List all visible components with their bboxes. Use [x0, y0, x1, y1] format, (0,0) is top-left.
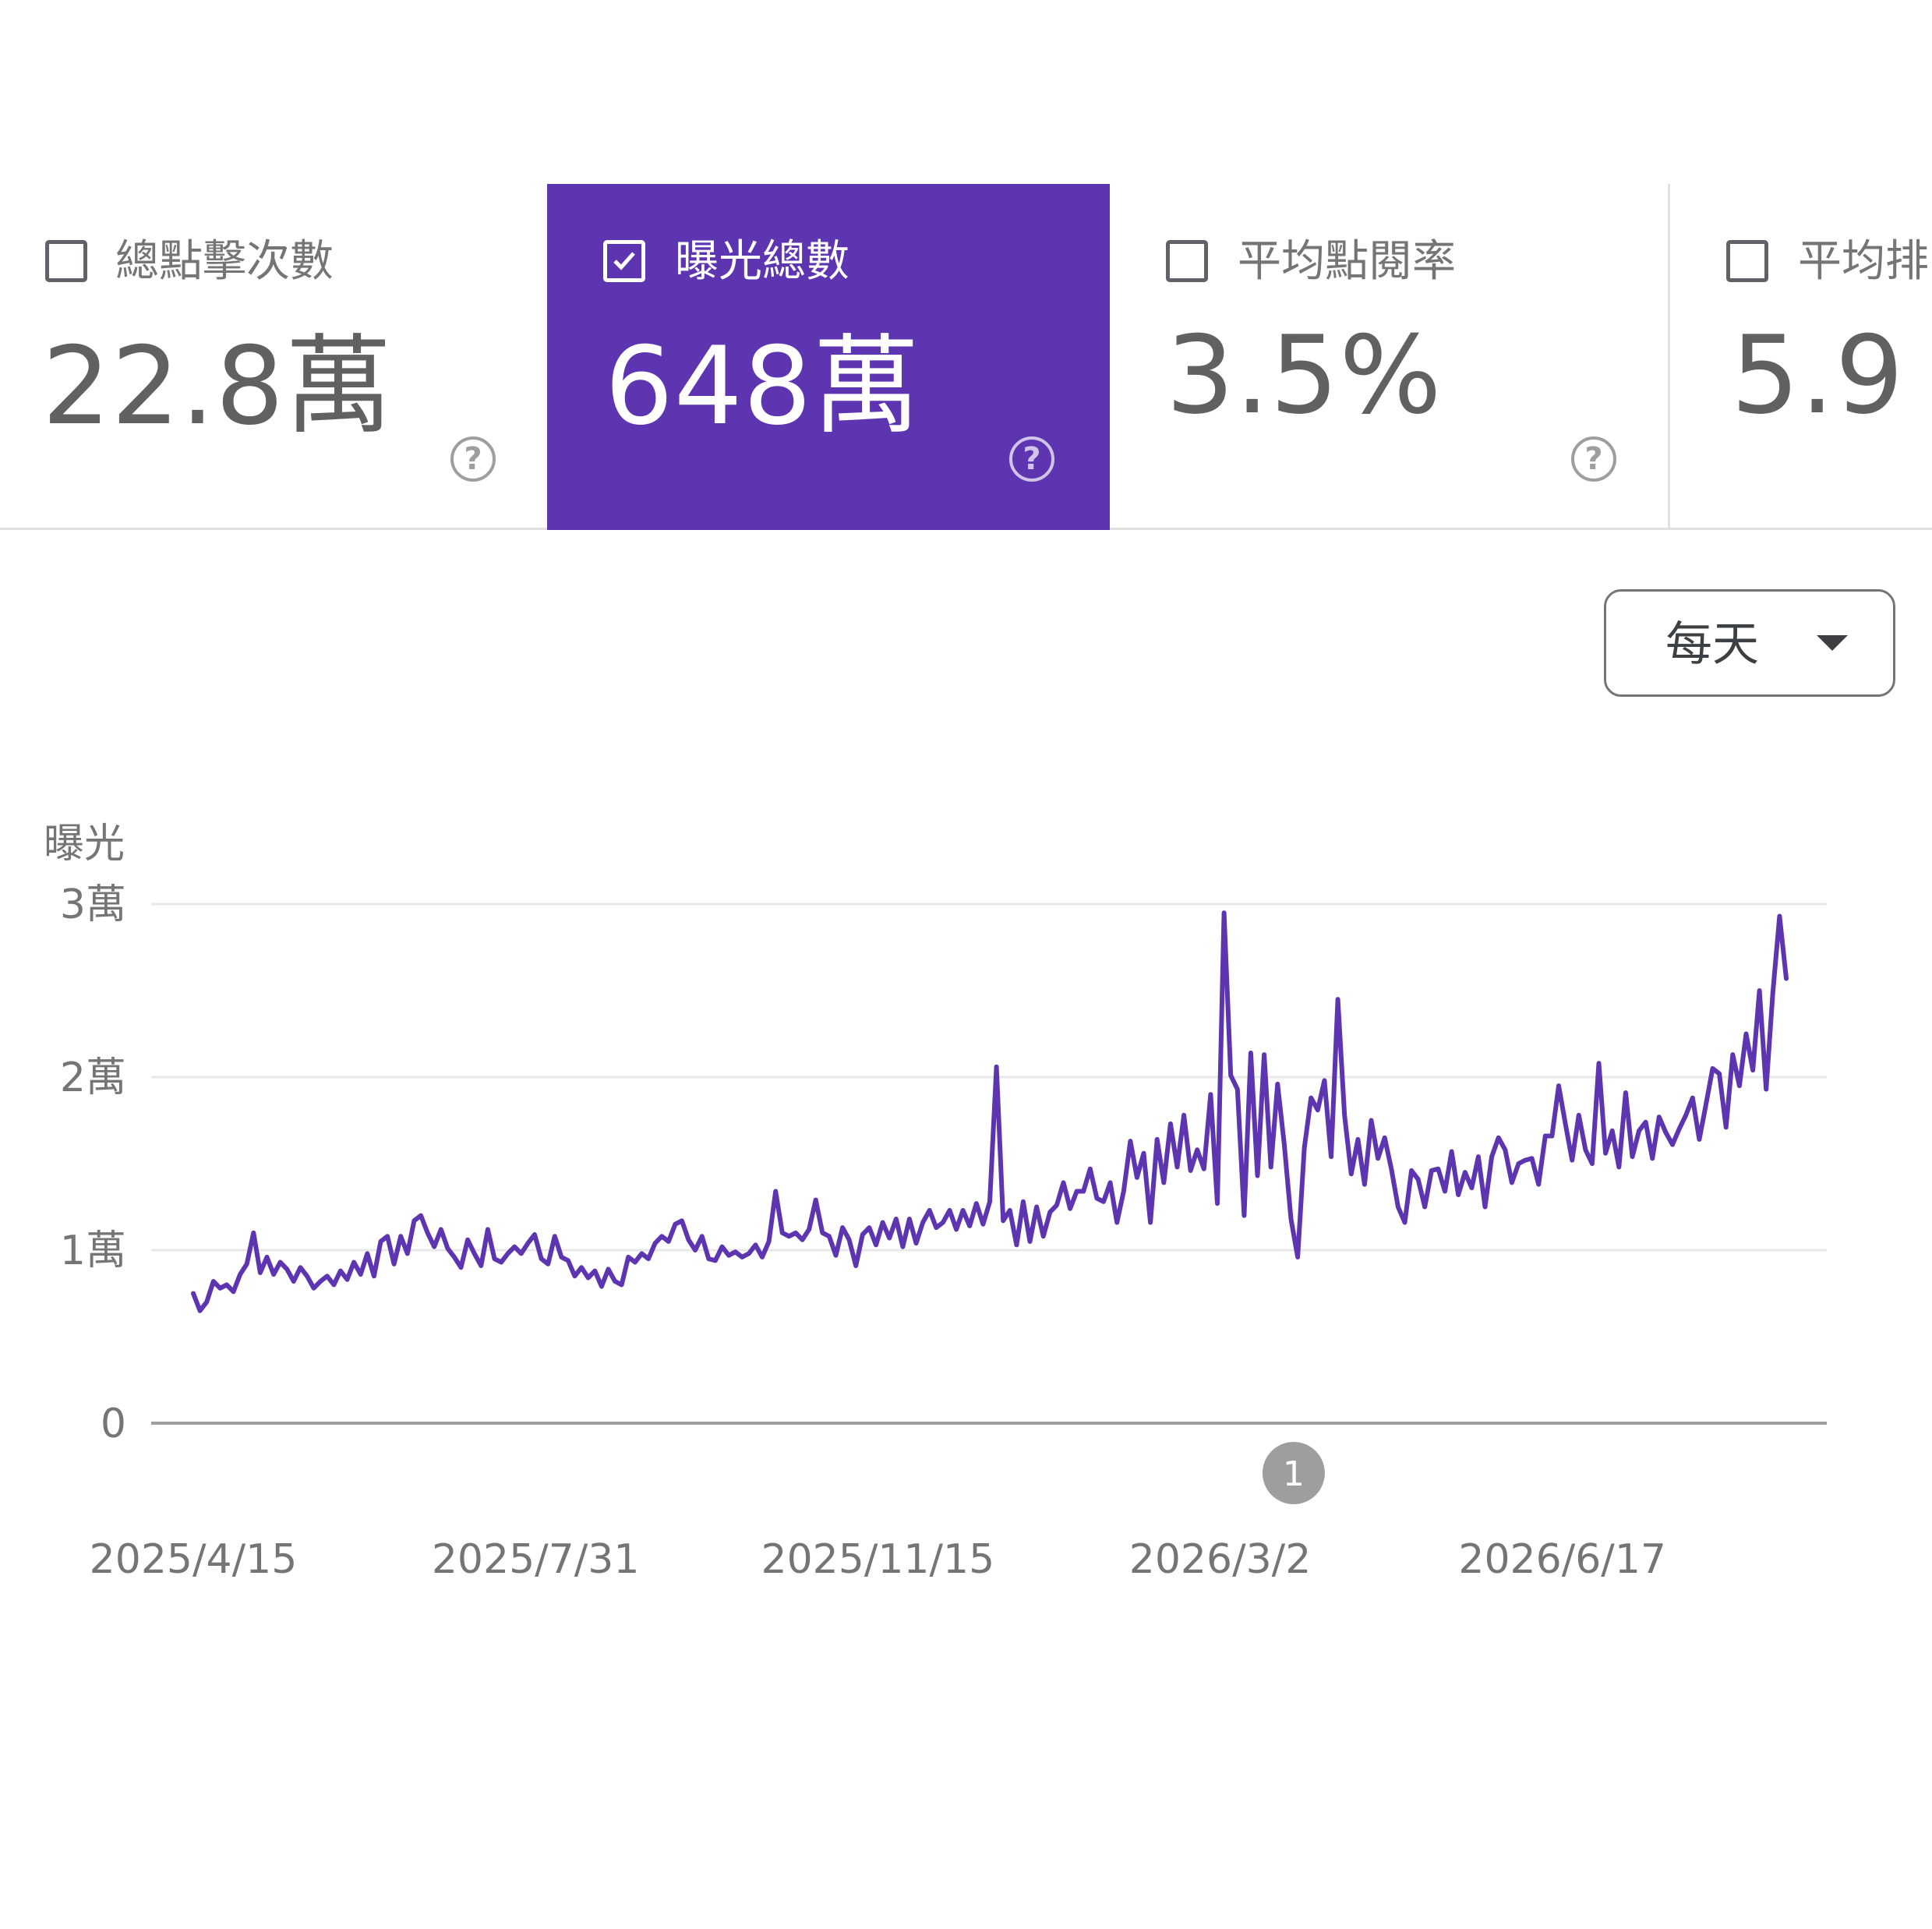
- granularity-dropdown[interactable]: 每天: [1604, 589, 1895, 697]
- metric-value-impressions: 648萬: [605, 323, 921, 449]
- metric-card-ctr[interactable]: 平均點閱率 3.5% ?: [1110, 184, 1668, 530]
- x-tick-label: 2025/4/15: [90, 1536, 298, 1583]
- checkbox-clicks[interactable]: [45, 240, 87, 282]
- annotation-marker[interactable]: 1: [1262, 1442, 1325, 1504]
- y-tick-label: 2萬: [60, 1055, 126, 1101]
- metric-label-ctr: 平均點閱率: [1238, 236, 1456, 287]
- chart-grid: [151, 903, 1827, 1425]
- y-axis-title: 曝光: [44, 821, 125, 867]
- checkmark-icon: [613, 252, 635, 270]
- checkbox-impressions[interactable]: [603, 240, 645, 282]
- help-icon[interactable]: ?: [1009, 436, 1054, 482]
- x-tick-label: 2025/11/15: [761, 1536, 994, 1583]
- impressions-chart: 曝光 01萬2萬3萬 2025/4/15 2025/7/31 2025/11/15 2…: [44, 821, 1827, 1583]
- metric-cards: 總點擊次數 22.8萬 ? 曝光總數 648萬 ? 平均點閱率 3.5% ? 平…: [0, 184, 1932, 530]
- x-tick-label: 2026/6/17: [1458, 1536, 1666, 1583]
- x-tick-label: 2025/7/31: [432, 1536, 640, 1583]
- metric-value-position: 5.9: [1731, 313, 1905, 438]
- y-tick-label: 3萬: [60, 881, 126, 928]
- caret-down-icon: [1817, 635, 1848, 651]
- annotation-label: 1: [1283, 1454, 1305, 1494]
- metric-card-impressions[interactable]: 曝光總數 648萬 ?: [547, 184, 1110, 530]
- granularity-label: 每天: [1665, 617, 1759, 672]
- metric-value-ctr: 3.5%: [1166, 313, 1443, 438]
- metric-value-clicks: 22.8萬: [42, 323, 394, 449]
- metric-label-position: 平均排: [1798, 236, 1929, 287]
- help-icon[interactable]: ?: [1571, 436, 1616, 482]
- help-icon[interactable]: ?: [450, 436, 496, 482]
- x-tick-labels: 2025/4/15 2025/7/31 2025/11/15 2026/3/2 2026…: [90, 1536, 1666, 1583]
- y-tick-labels: 0 1萬 2萬 3萬: [60, 881, 126, 1447]
- metric-card-clicks[interactable]: 總點擊次數 22.8萬 ?: [0, 184, 546, 530]
- x-tick-label: 2026/3/2: [1129, 1536, 1312, 1583]
- checkbox-ctr[interactable]: [1166, 240, 1208, 282]
- checkbox-position[interactable]: [1726, 240, 1768, 282]
- metric-label-clicks: 總點擊次數: [115, 236, 334, 287]
- y-tick-label: 1萬: [60, 1228, 126, 1274]
- y-tick-label: 0: [101, 1401, 126, 1447]
- metric-label-impressions: 曝光總數: [675, 236, 849, 287]
- metric-card-position[interactable]: 平均排 5.9: [1670, 184, 1932, 530]
